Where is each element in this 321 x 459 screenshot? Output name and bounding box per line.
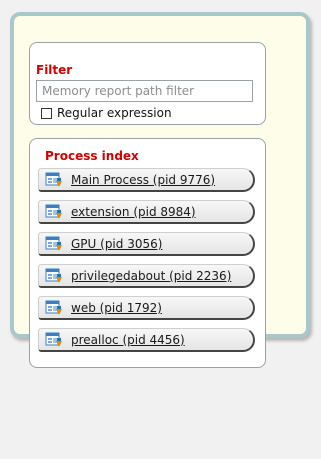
process-window-icon (45, 204, 62, 219)
process-item-label: web (pid 1792) (71, 300, 162, 315)
process-index-section: Process index Main Process (pid 9776) ex… (29, 138, 266, 368)
process-item-prealloc[interactable]: prealloc (pid 4456) (38, 328, 255, 352)
process-window-icon (45, 172, 62, 187)
regex-option[interactable]: Regular expression (41, 105, 172, 121)
process-item-label: extension (pid 8984) (71, 204, 196, 219)
filter-section: Filter Regular expression (29, 42, 266, 125)
process-item-main[interactable]: Main Process (pid 9776) (38, 168, 255, 192)
process-item-label: prealloc (pid 4456) (71, 332, 185, 347)
filter-input[interactable] (36, 80, 253, 102)
process-window-icon (45, 268, 62, 283)
process-item-privilegedabout[interactable]: privilegedabout (pid 2236) (38, 264, 255, 288)
process-window-icon (45, 300, 62, 315)
process-list: Main Process (pid 9776) extension (pid 8… (38, 168, 255, 360)
regex-checkbox[interactable] (41, 107, 52, 119)
regex-label: Regular expression (57, 106, 172, 120)
process-item-label: GPU (pid 3056) (71, 236, 163, 251)
process-item-web[interactable]: web (pid 1792) (38, 296, 255, 320)
process-item-label: privilegedabout (pid 2236) (71, 268, 232, 283)
process-item-extension[interactable]: extension (pid 8984) (38, 200, 255, 224)
process-item-gpu[interactable]: GPU (pid 3056) (38, 232, 255, 256)
process-item-label: Main Process (pid 9776) (71, 172, 216, 187)
process-index-title: Process index (45, 149, 139, 163)
process-window-icon (45, 236, 62, 251)
process-window-icon (45, 332, 62, 347)
filter-title: Filter (36, 63, 73, 77)
